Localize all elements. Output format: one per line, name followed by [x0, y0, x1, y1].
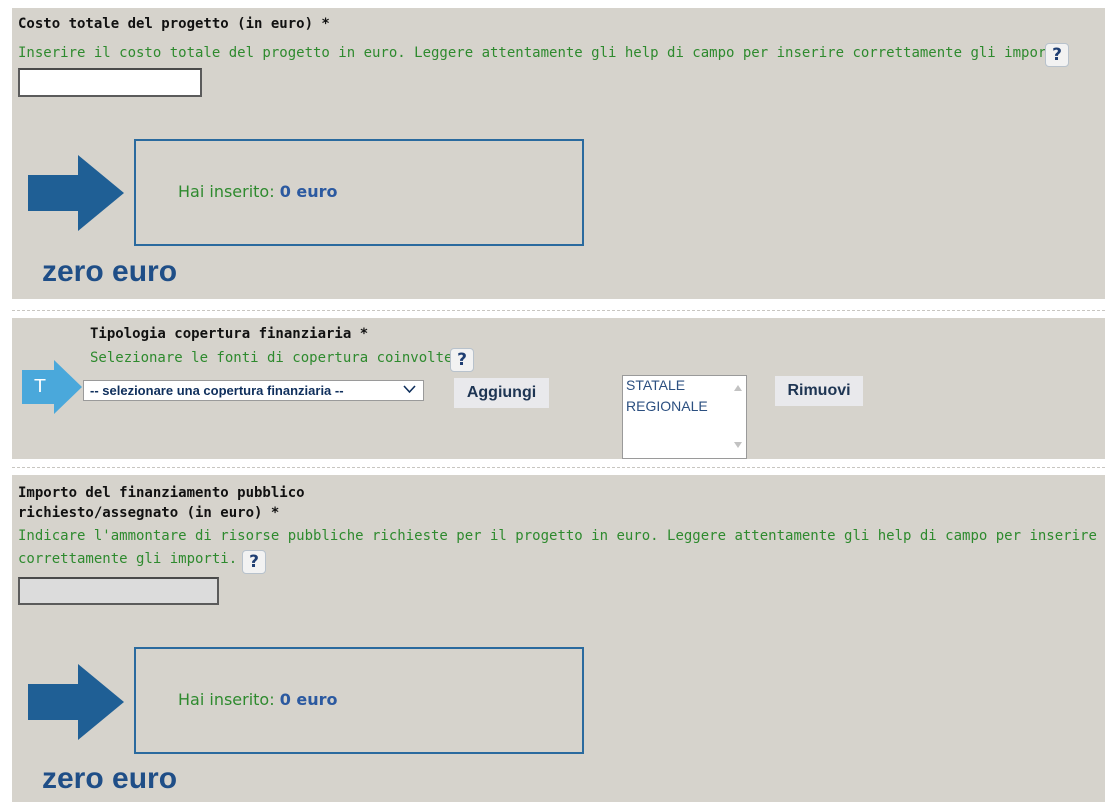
tipologia-copertura-help-text: Selezionare le fonti di copertura coinvo… — [90, 350, 461, 366]
help-icon[interactable]: ? — [450, 348, 474, 372]
copertura-finanziaria-selected-value: -- selezionare una copertura finanziaria… — [90, 383, 344, 398]
rimuovi-button[interactable]: Rimuovi — [775, 376, 863, 406]
list-item[interactable]: REGIONALE — [626, 398, 708, 414]
importo-finanziamento-label-line1: Importo del finanziamento pubblico — [18, 485, 305, 501]
section-divider — [12, 467, 1105, 468]
importo-inserito-value: 0 euro — [279, 690, 338, 709]
arrow-right-icon — [28, 664, 124, 740]
importo-finanziamento-label-line2: richiesto/assegnato (in euro) * — [18, 505, 280, 521]
help-icon[interactable]: ? — [1045, 43, 1069, 67]
costo-totale-label: Costo totale del progetto (in euro) * — [18, 16, 330, 32]
tipologia-copertura-label: Tipologia copertura finanziaria * — [90, 326, 369, 342]
help-icon[interactable]: ? — [242, 550, 266, 574]
scroll-down-icon[interactable] — [734, 442, 742, 448]
importo-finanziamento-help-line2: correttamente gli importi. — [18, 551, 238, 567]
importo-inserito-label: Hai inserito: — [178, 690, 275, 709]
importo-inserito-value: 0 euro — [279, 182, 338, 201]
chevron-down-icon — [403, 385, 416, 394]
copertura-finanziaria-select[interactable]: -- selezionare una copertura finanziaria… — [83, 380, 424, 401]
section-divider — [12, 310, 1105, 311]
costo-totale-help-text: Inserire il costo totale del progetto in… — [18, 45, 1072, 61]
costo-totale-input[interactable] — [18, 68, 202, 97]
arrow-right-icon — [28, 155, 124, 231]
aggiungi-button[interactable]: Aggiungi — [454, 378, 549, 408]
importo-in-lettere: zero euro — [42, 255, 178, 288]
scroll-up-icon[interactable] — [734, 385, 742, 391]
list-item[interactable]: STATALE — [626, 377, 685, 393]
importo-finanziamento-input[interactable] — [18, 577, 219, 605]
coperture-selezionate-list[interactable]: STATALE REGIONALE — [622, 375, 747, 459]
list-scrollbar[interactable] — [730, 376, 746, 458]
importo-finanziamento-help-line1: Indicare l'ammontare di risorse pubblich… — [18, 528, 1097, 544]
marker-letter: T — [34, 376, 46, 397]
importo-inserito-label: Hai inserito: — [178, 182, 275, 201]
importo-in-lettere: zero euro — [42, 762, 178, 795]
importo-inserito-text: Hai inserito: 0 euro — [178, 690, 338, 709]
importo-inserito-text: Hai inserito: 0 euro — [178, 182, 338, 201]
